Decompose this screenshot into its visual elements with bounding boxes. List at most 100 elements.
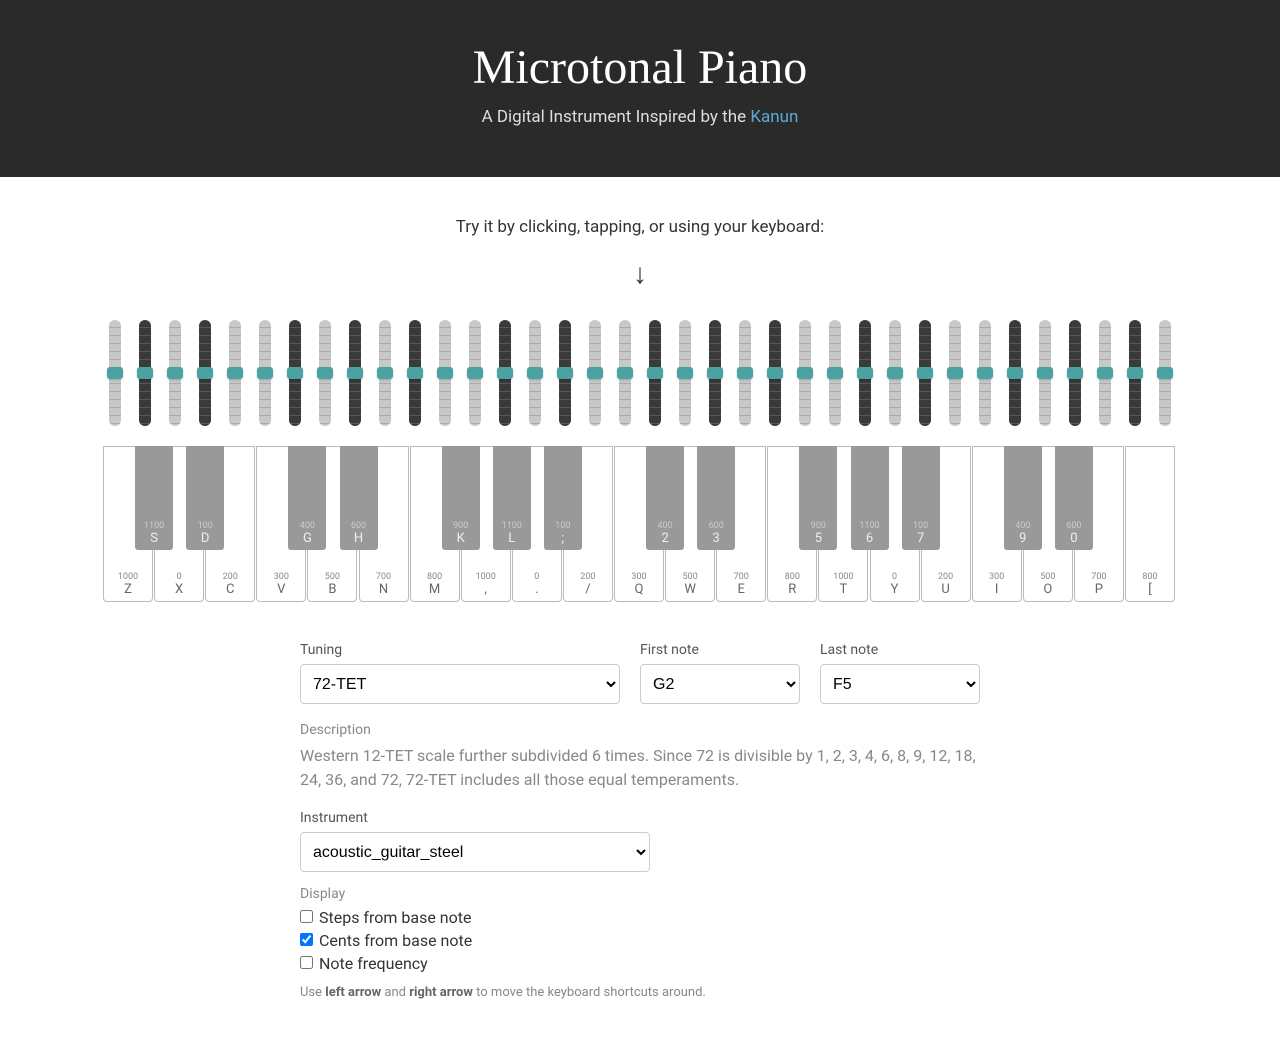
check-steps[interactable] bbox=[300, 910, 313, 923]
instrument-select[interactable]: acoustic_guitar_steel bbox=[300, 832, 650, 872]
check-cents[interactable] bbox=[300, 933, 313, 946]
tuning-slider[interactable] bbox=[229, 320, 241, 426]
slider-thumb[interactable] bbox=[437, 367, 453, 379]
slider-thumb[interactable] bbox=[707, 367, 723, 379]
tuning-slider[interactable] bbox=[319, 320, 331, 426]
slider-thumb[interactable] bbox=[857, 367, 873, 379]
tuning-slider[interactable] bbox=[649, 320, 661, 426]
tuning-select[interactable]: 72-TET bbox=[300, 664, 620, 704]
first-note-select[interactable]: G2 bbox=[640, 664, 800, 704]
slider-thumb[interactable] bbox=[257, 367, 273, 379]
slider-thumb[interactable] bbox=[947, 367, 963, 379]
tuning-slider[interactable] bbox=[919, 320, 931, 426]
tuning-slider[interactable] bbox=[709, 320, 721, 426]
check-freq-label[interactable]: Note frequency bbox=[300, 954, 980, 973]
black-key[interactable]: 4002 bbox=[646, 446, 684, 550]
black-key[interactable]: 600H bbox=[340, 446, 378, 550]
key-letter: V bbox=[277, 582, 285, 597]
tuning-slider[interactable] bbox=[949, 320, 961, 426]
slider-thumb[interactable] bbox=[1097, 367, 1113, 379]
check-freq[interactable] bbox=[300, 956, 313, 969]
tuning-slider[interactable] bbox=[289, 320, 301, 426]
slider-thumb[interactable] bbox=[767, 367, 783, 379]
black-key[interactable]: 100D bbox=[186, 446, 224, 550]
tuning-slider[interactable] bbox=[109, 320, 121, 426]
tuning-slider[interactable] bbox=[409, 320, 421, 426]
tuning-slider[interactable] bbox=[1129, 320, 1141, 426]
slider-thumb[interactable] bbox=[227, 367, 243, 379]
tuning-slider[interactable] bbox=[559, 320, 571, 426]
slider-thumb[interactable] bbox=[1067, 367, 1083, 379]
key-letter: . bbox=[535, 582, 538, 597]
slider-thumb[interactable] bbox=[407, 367, 423, 379]
tuning-slider[interactable] bbox=[469, 320, 481, 426]
black-key[interactable]: 400G bbox=[288, 446, 326, 550]
slider-thumb[interactable] bbox=[887, 367, 903, 379]
tuning-slider[interactable] bbox=[769, 320, 781, 426]
tuning-slider[interactable] bbox=[259, 320, 271, 426]
slider-thumb[interactable] bbox=[347, 367, 363, 379]
slider-thumb[interactable] bbox=[107, 367, 123, 379]
tuning-slider[interactable] bbox=[829, 320, 841, 426]
black-key[interactable]: 6000 bbox=[1055, 446, 1093, 550]
slider-thumb[interactable] bbox=[617, 367, 633, 379]
slider-thumb[interactable] bbox=[467, 367, 483, 379]
tuning-slider[interactable] bbox=[799, 320, 811, 426]
slider-thumb[interactable] bbox=[647, 367, 663, 379]
tuning-slider[interactable] bbox=[739, 320, 751, 426]
tuning-slider[interactable] bbox=[1099, 320, 1111, 426]
tuning-slider[interactable] bbox=[499, 320, 511, 426]
tuning-slider[interactable] bbox=[139, 320, 151, 426]
tuning-slider[interactable] bbox=[889, 320, 901, 426]
slider-thumb[interactable] bbox=[1127, 367, 1143, 379]
black-key[interactable]: 900K bbox=[442, 446, 480, 550]
slider-thumb[interactable] bbox=[1037, 367, 1053, 379]
slider-thumb[interactable] bbox=[137, 367, 153, 379]
black-key[interactable]: 1100S bbox=[135, 446, 173, 550]
slider-thumb[interactable] bbox=[497, 367, 513, 379]
slider-thumb[interactable] bbox=[827, 367, 843, 379]
tuning-slider[interactable] bbox=[439, 320, 451, 426]
black-key[interactable]: 11006 bbox=[851, 446, 889, 550]
slider-thumb[interactable] bbox=[317, 367, 333, 379]
check-steps-label[interactable]: Steps from base note bbox=[300, 908, 980, 927]
slider-thumb[interactable] bbox=[557, 367, 573, 379]
slider-thumb[interactable] bbox=[977, 367, 993, 379]
slider-thumb[interactable] bbox=[737, 367, 753, 379]
slider-thumb[interactable] bbox=[167, 367, 183, 379]
slider-thumb[interactable] bbox=[377, 367, 393, 379]
slider-thumb[interactable] bbox=[677, 367, 693, 379]
tuning-slider[interactable] bbox=[619, 320, 631, 426]
slider-thumb[interactable] bbox=[527, 367, 543, 379]
tuning-slider[interactable] bbox=[199, 320, 211, 426]
tuning-slider[interactable] bbox=[1039, 320, 1051, 426]
tuning-slider[interactable] bbox=[1009, 320, 1021, 426]
black-key[interactable]: 9005 bbox=[799, 446, 837, 550]
black-key[interactable]: 4009 bbox=[1004, 446, 1042, 550]
black-key[interactable]: 1100L bbox=[493, 446, 531, 550]
tuning-slider[interactable] bbox=[979, 320, 991, 426]
black-key[interactable]: 100; bbox=[544, 446, 582, 550]
slider-thumb[interactable] bbox=[797, 367, 813, 379]
black-key[interactable]: 6003 bbox=[697, 446, 735, 550]
tuning-slider[interactable] bbox=[589, 320, 601, 426]
black-key[interactable]: 1007 bbox=[902, 446, 940, 550]
white-key[interactable]: 800[ bbox=[1125, 446, 1175, 602]
tuning-slider[interactable] bbox=[1069, 320, 1081, 426]
tuning-slider[interactable] bbox=[379, 320, 391, 426]
slider-thumb[interactable] bbox=[917, 367, 933, 379]
tuning-slider[interactable] bbox=[169, 320, 181, 426]
check-cents-label[interactable]: Cents from base note bbox=[300, 931, 980, 950]
tuning-slider[interactable] bbox=[529, 320, 541, 426]
slider-thumb[interactable] bbox=[1007, 367, 1023, 379]
tuning-slider[interactable] bbox=[679, 320, 691, 426]
tuning-slider[interactable] bbox=[349, 320, 361, 426]
kanun-link[interactable]: Kanun bbox=[750, 107, 798, 127]
tuning-slider[interactable] bbox=[1159, 320, 1171, 426]
slider-thumb[interactable] bbox=[1157, 367, 1173, 379]
slider-thumb[interactable] bbox=[587, 367, 603, 379]
slider-thumb[interactable] bbox=[287, 367, 303, 379]
tuning-slider[interactable] bbox=[859, 320, 871, 426]
slider-thumb[interactable] bbox=[197, 367, 213, 379]
last-note-select[interactable]: F5 bbox=[820, 664, 980, 704]
